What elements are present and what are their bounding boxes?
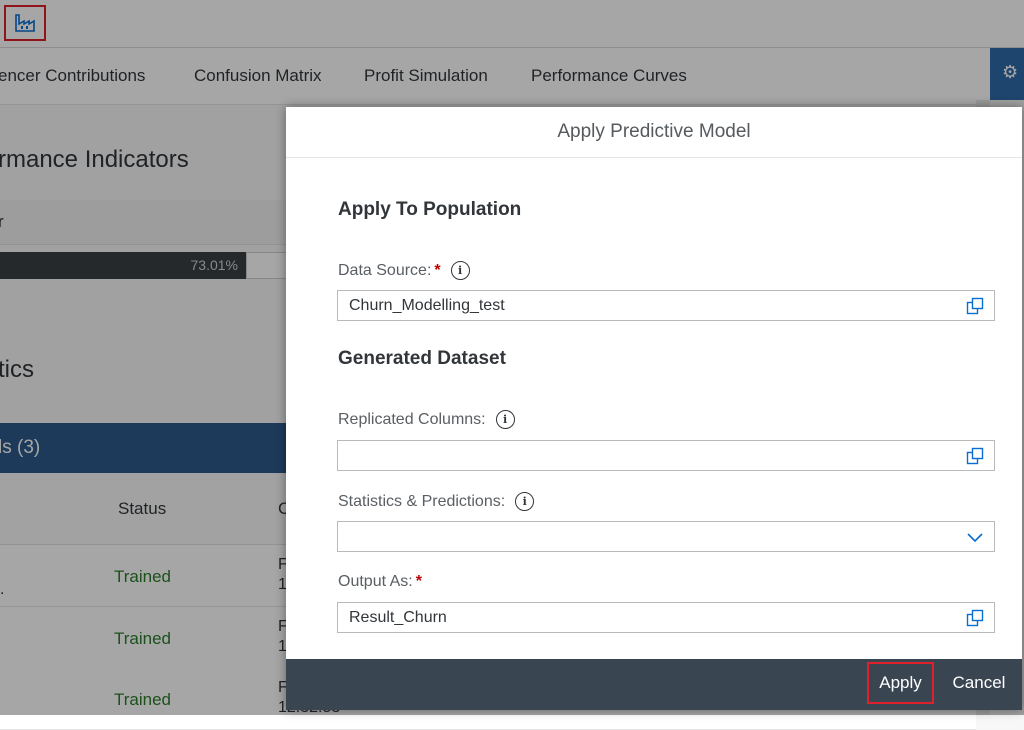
dialog-title: Apply Predictive Model (557, 121, 751, 142)
output-as-value: Result_Churn (349, 609, 447, 626)
dialog-footer: Apply Cancel (286, 659, 1022, 710)
replicated-columns-label: Replicated Columns: i (338, 410, 515, 429)
section-apply-to-population: Apply To Population (338, 199, 522, 220)
required-marker: * (434, 261, 441, 279)
data-source-field[interactable]: Churn_Modelling_test (337, 290, 995, 321)
info-icon[interactable]: i (450, 261, 470, 280)
info-icon[interactable]: i (515, 492, 535, 511)
data-source-label-text: Data Source: (338, 261, 432, 279)
statistics-predictions-select[interactable] (337, 521, 995, 552)
chevron-down-icon[interactable] (966, 528, 984, 546)
statistics-predictions-label-text: Statistics & Predictions: (338, 492, 506, 510)
dialog-header: Apply Predictive Model (286, 107, 1022, 158)
apply-button[interactable]: Apply (867, 662, 934, 704)
output-as-label: Output As: * (338, 573, 422, 591)
output-as-label-text: Output As: (338, 573, 413, 590)
cancel-button[interactable]: Cancel (946, 662, 1012, 704)
replicated-columns-label-text: Replicated Columns: (338, 410, 486, 428)
value-help-icon[interactable] (966, 609, 984, 627)
value-help-icon[interactable] (966, 297, 984, 315)
section-generated-dataset: Generated Dataset (338, 348, 506, 369)
replicated-columns-field[interactable] (337, 440, 995, 471)
statistics-predictions-label: Statistics & Predictions: i (338, 492, 535, 511)
required-marker: * (415, 573, 422, 590)
data-source-label: Data Source: * i (338, 261, 470, 280)
info-icon[interactable]: i (495, 410, 515, 429)
value-help-icon[interactable] (966, 447, 984, 465)
data-source-value: Churn_Modelling_test (349, 297, 505, 314)
output-as-field[interactable]: Result_Churn (337, 602, 995, 633)
apply-predictive-model-dialog: Apply Predictive Model Apply To Populati… (286, 107, 1022, 710)
